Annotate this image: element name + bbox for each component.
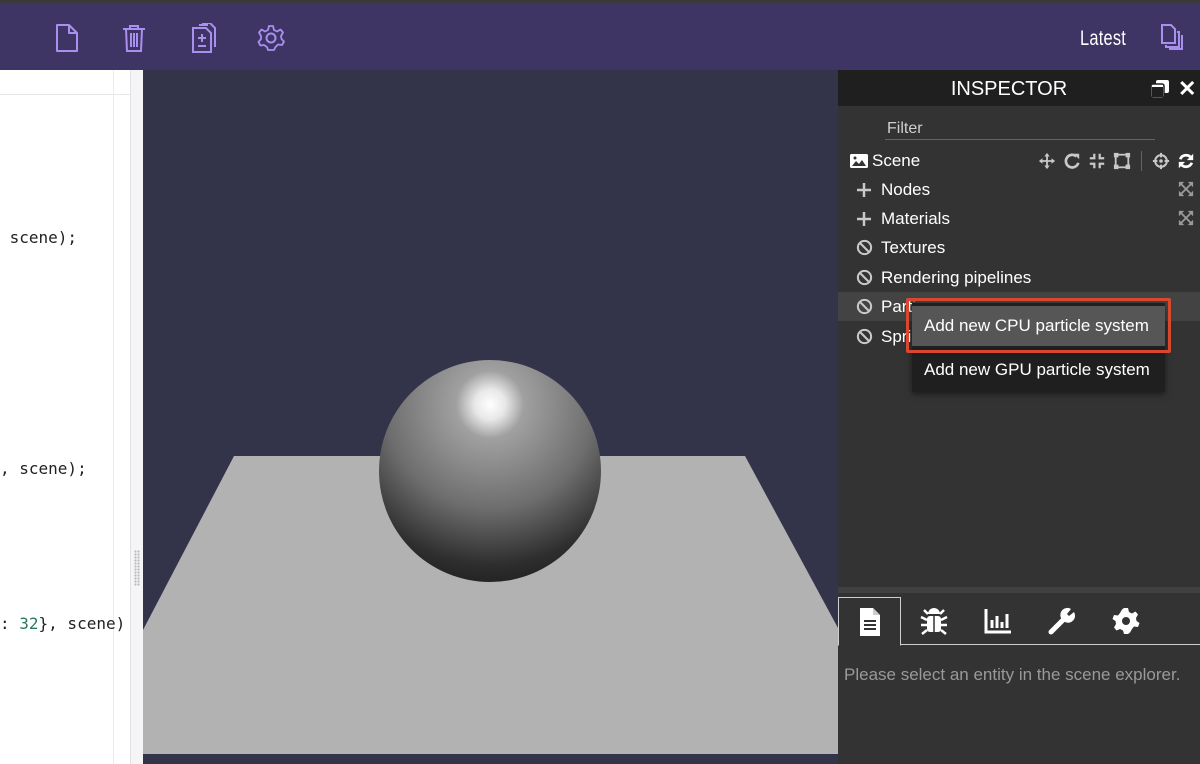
scene-toolbar (1037, 151, 1196, 171)
code-line[interactable]: : 32}, scene) (0, 614, 125, 633)
statistics-icon (984, 609, 1011, 634)
popout-icon[interactable] (1150, 79, 1170, 99)
rotate-gizmo-icon[interactable] (1062, 151, 1082, 171)
tree-item-nodes[interactable]: Nodes (838, 175, 1200, 204)
tree-item-scene[interactable]: Scene (838, 146, 1200, 175)
tree-item-materials[interactable]: Materials (838, 204, 1200, 233)
tab-settings[interactable] (1094, 597, 1157, 645)
pane-splitter[interactable] (130, 70, 143, 764)
filter-input[interactable] (885, 118, 1155, 140)
settings-icon (1112, 608, 1139, 634)
tree-item-label: Spri (881, 326, 912, 346)
ban-icon (855, 298, 873, 316)
image-icon (850, 152, 868, 170)
code-editor[interactable]: scene); , scene); : 32}, scene) (0, 70, 130, 764)
tree-item-label: Parti (881, 296, 916, 316)
render-viewport[interactable] (143, 70, 838, 764)
inspector-header: INSPECTOR ✕ (838, 70, 1200, 106)
splitter-grip[interactable] (134, 550, 140, 586)
refresh-icon[interactable] (1176, 151, 1196, 171)
tab-properties[interactable] (838, 597, 901, 646)
tree-item-label: Textures (881, 237, 946, 257)
code-token: : (0, 614, 20, 633)
plus-icon[interactable] (855, 181, 873, 199)
tree-item-label: Rendering pipelines (881, 267, 1032, 287)
expand-all-icon[interactable] (1178, 181, 1196, 199)
code-token: }, scene) (38, 614, 126, 633)
code-line[interactable]: scene); (0, 228, 77, 247)
tab-tools[interactable] (1030, 597, 1093, 645)
delete-icon[interactable] (120, 23, 148, 53)
inspector-tabs (838, 597, 1200, 646)
inspector-title: INSPECTOR (950, 78, 1068, 100)
code-number-token: 32 (19, 614, 39, 633)
context-menu: Add new CPU particle system Add new GPU … (912, 303, 1165, 392)
tree-item-label: Nodes (881, 179, 931, 199)
tree-item-textures[interactable]: Textures (838, 233, 1200, 262)
scale-gizmo-icon[interactable] (1087, 151, 1107, 171)
tree-item-label: Materials (881, 208, 950, 228)
empty-selection-message: Please select an entity in the scene exp… (844, 665, 1181, 684)
settings-icon[interactable] (257, 23, 285, 53)
close-icon[interactable]: ✕ (1178, 76, 1196, 102)
diff-icon[interactable] (190, 22, 218, 53)
expand-all-icon[interactable] (1178, 210, 1196, 228)
toolbar-divider (1141, 151, 1142, 171)
code-line[interactable]: , scene); (0, 459, 87, 478)
properties-icon (859, 607, 880, 636)
sphere (379, 360, 601, 582)
ban-icon (855, 328, 873, 346)
ban-icon (855, 269, 873, 287)
tree-item-rendering-pipelines[interactable]: Rendering pipelines (838, 263, 1200, 292)
toolbar: Latest (0, 3, 1200, 70)
tree-item-label: Scene (872, 150, 921, 170)
menu-item-add-gpu-particle-system[interactable]: Add new GPU particle system (912, 350, 1165, 390)
ban-icon (855, 239, 873, 257)
tab-debug[interactable] (902, 597, 965, 645)
new-file-icon[interactable] (53, 23, 81, 53)
bounding-box-icon[interactable] (1112, 151, 1132, 171)
menu-item-add-cpu-particle-system[interactable]: Add new CPU particle system (912, 306, 1165, 346)
tab-statistics[interactable] (966, 597, 1029, 645)
inspector-panel: INSPECTOR ✕ Scene Nodes Materials (838, 70, 1200, 764)
move-gizmo-icon[interactable] (1037, 151, 1057, 171)
debug-icon (919, 608, 948, 635)
editor-ruler (113, 70, 114, 764)
tools-icon (1048, 607, 1075, 635)
copy-files-icon[interactable] (1160, 23, 1184, 51)
editor-header (0, 70, 130, 95)
version-selector[interactable]: Latest (1080, 27, 1126, 51)
download-icon[interactable] (0, 23, 14, 53)
panel-divider[interactable] (838, 587, 1200, 593)
plus-icon[interactable] (855, 210, 873, 228)
pick-target-icon[interactable] (1151, 151, 1171, 171)
